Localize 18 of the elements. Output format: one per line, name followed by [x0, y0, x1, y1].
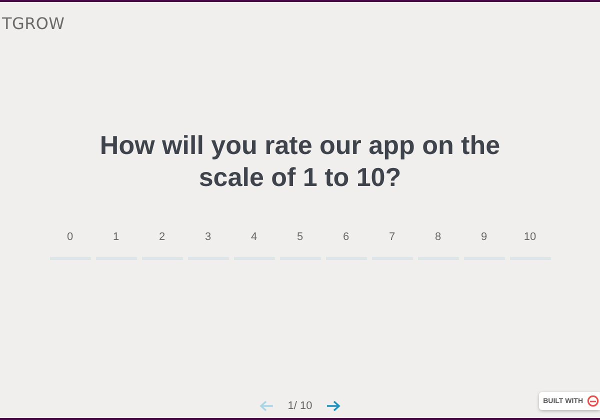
rating-option[interactable]: 2 [142, 231, 182, 260]
rating-option[interactable]: 1 [96, 231, 136, 260]
question-title: How will you rate our app on the scale of 1 to 10? [98, 129, 502, 193]
next-button[interactable] [326, 400, 342, 412]
rating-option[interactable]: 10 [510, 231, 550, 260]
rating-option[interactable]: 0 [50, 231, 90, 260]
logo-text: TGROW [2, 14, 65, 33]
progress-text: 1/ 10 [288, 400, 312, 412]
rating-option[interactable]: 7 [372, 231, 412, 260]
rating-option[interactable]: 8 [418, 231, 458, 260]
rating-option[interactable]: 6 [326, 231, 366, 260]
rating-option[interactable]: 3 [188, 231, 228, 260]
rating-option[interactable]: 4 [234, 231, 274, 260]
logo-icon [586, 395, 600, 407]
arrow-left-icon [258, 400, 274, 412]
rating-option[interactable]: 9 [464, 231, 504, 260]
rating-option[interactable]: 5 [280, 231, 320, 260]
arrow-right-icon [326, 400, 342, 412]
